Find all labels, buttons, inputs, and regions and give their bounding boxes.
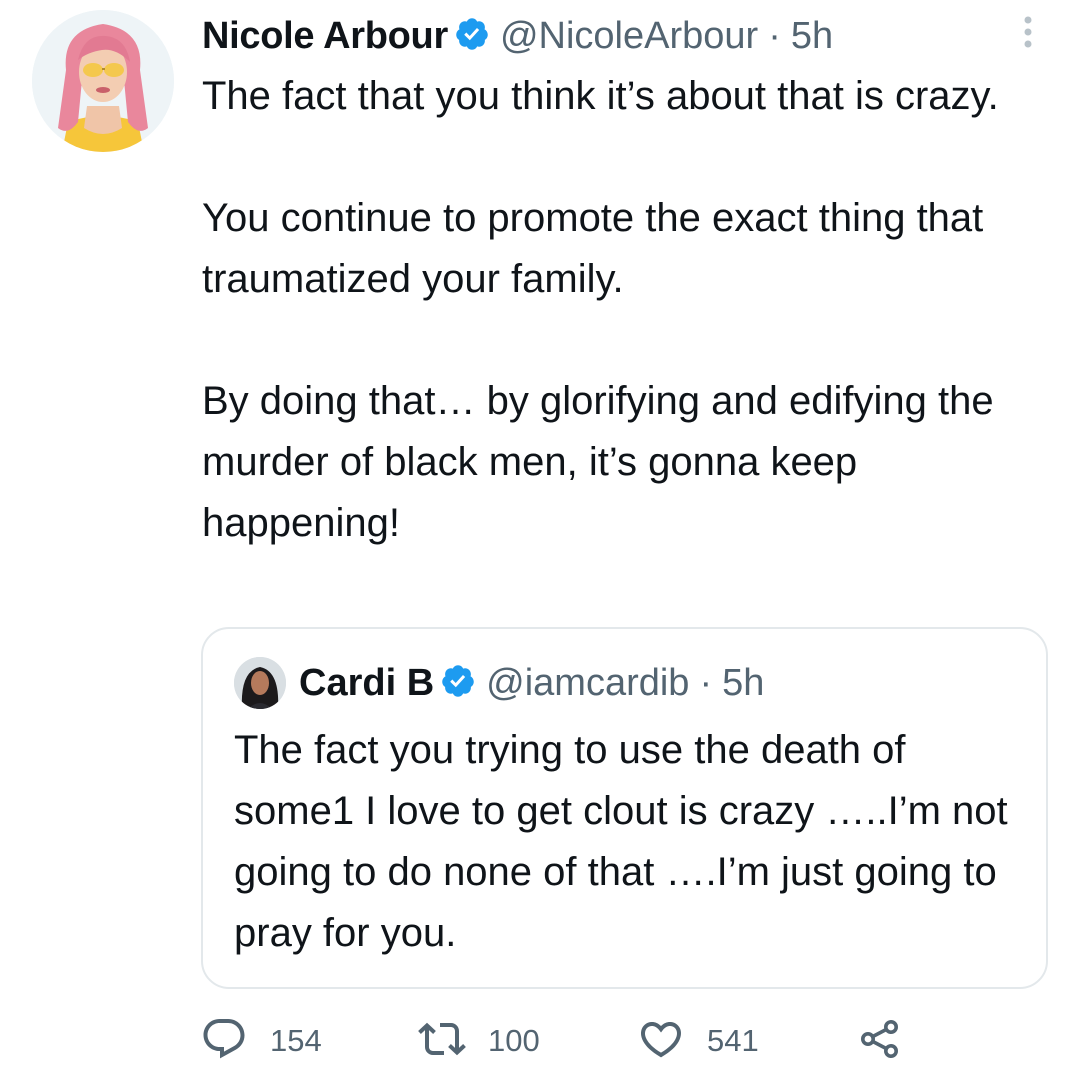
share-button[interactable] [856,1016,904,1066]
quoted-author-display-name[interactable]: Cardi B [299,662,434,705]
share-icon [856,1015,904,1068]
retweet-button[interactable]: 100 [418,1016,540,1066]
more-vertical-icon[interactable] [1022,14,1034,50]
tweet-text: The fact that you think it’s about that … [202,74,999,545]
tweet-timestamp[interactable]: 5h [791,15,833,58]
verified-badge-icon [454,16,490,57]
quoted-tweet[interactable]: Cardi B @iamcardib · 5h The fact you try… [201,627,1048,989]
author-display-name[interactable]: Nicole Arbour [202,15,448,58]
heart-icon [637,1015,685,1068]
tweet-header: Nicole Arbour @NicoleArbour · 5h [202,14,833,58]
reply-button[interactable]: 154 [200,1016,322,1066]
quoted-tweet-text: The fact you trying to use the death of … [234,728,1008,955]
quoted-author-handle[interactable]: @iamcardib [486,662,689,705]
retweet-count: 100 [488,1023,540,1058]
quoted-tweet-timestamp[interactable]: 5h [722,662,764,705]
verified-badge-icon [440,663,476,704]
tweet: Nicole Arbour @NicoleArbour · 5h The fac… [0,0,1080,1086]
quoted-author-avatar[interactable] [234,657,286,709]
author-avatar[interactable] [32,10,174,152]
quoted-tweet-header: Cardi B @iamcardib · 5h [299,659,764,707]
header-separator: · [768,14,781,57]
action-bar: 154 100 541 [200,1016,920,1066]
like-button[interactable]: 541 [637,1016,759,1066]
reply-icon [200,1015,248,1068]
retweet-icon [418,1015,466,1068]
like-count: 541 [707,1023,759,1058]
quoted-header-separator: · [699,661,713,704]
author-handle[interactable]: @NicoleArbour [500,15,758,58]
reply-count: 154 [270,1023,322,1058]
